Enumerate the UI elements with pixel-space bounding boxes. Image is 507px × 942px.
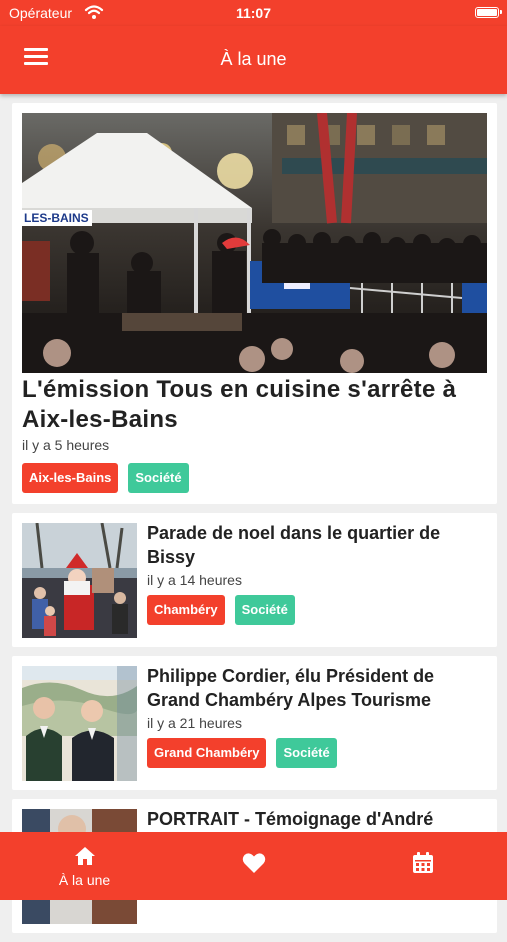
article-info: Parade de noel dans le quartier de Bissy… [147, 521, 487, 625]
article-timestamp: il y a 14 heures [147, 572, 242, 588]
calendar-icon [338, 852, 507, 879]
article-card-featured[interactable]: LES-BAINS L'émission Tous en cuisine s'a… [12, 103, 497, 504]
heart-icon [169, 852, 338, 879]
article-timestamp: il y a 21 heures [147, 715, 242, 731]
article-timestamp: il y a 5 heures [22, 437, 110, 453]
status-bar: Opérateur 11:07 [0, 0, 507, 26]
article-feed[interactable]: LES-BAINS L'émission Tous en cuisine s'a… [12, 103, 497, 942]
article-card[interactable]: Parade de noel dans le quartier de Bissy… [12, 513, 497, 647]
battery-icon [475, 7, 502, 18]
article-thumbnail [22, 666, 137, 781]
article-headline[interactable]: L'émission Tous en cuisine s'arrête à Ai… [22, 375, 487, 435]
bottom-tab-bar: À la une [0, 832, 507, 900]
tag-location[interactable]: Aix-les-Bains [22, 463, 119, 493]
article-card[interactable]: Philippe Cordier, élu Président de Grand… [12, 656, 497, 790]
article-headline[interactable]: Parade de noel dans le quartier de Bissy [147, 521, 487, 569]
article-headline[interactable]: Philippe Cordier, élu Président de Grand… [147, 664, 487, 712]
article-tags: Grand Chambéry Société [147, 738, 487, 768]
tag-category[interactable]: Société [128, 463, 189, 493]
tag-category[interactable]: Société [276, 738, 337, 768]
article-tags: Chambéry Société [147, 595, 487, 625]
tab-home-label: À la une [58, 872, 111, 888]
article-info: PORTRAIT - Témoignage d'André [147, 807, 487, 831]
home-icon [0, 846, 169, 871]
tab-home[interactable]: À la une [0, 832, 169, 900]
article-info: Philippe Cordier, élu Président de Grand… [147, 664, 487, 768]
tag-location[interactable]: Chambéry [147, 595, 225, 625]
article-headline[interactable]: PORTRAIT - Témoignage d'André [147, 807, 487, 831]
tent-banner-text: LES-BAINS [24, 211, 89, 225]
tab-calendar[interactable] [338, 832, 507, 900]
page-title: À la une [220, 49, 287, 69]
tab-favorites[interactable] [169, 832, 338, 900]
tag-category[interactable]: Société [234, 595, 295, 625]
article-tags: Aix-les-Bains Société [22, 463, 199, 493]
clock: 11:07 [235, 5, 272, 21]
article-image: LES-BAINS [22, 113, 487, 373]
top-app-bar: À la une [0, 26, 507, 94]
article-thumbnail [22, 523, 137, 638]
tag-location[interactable]: Grand Chambéry [147, 738, 267, 768]
